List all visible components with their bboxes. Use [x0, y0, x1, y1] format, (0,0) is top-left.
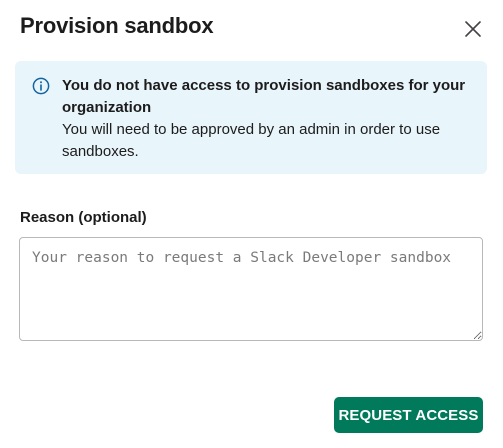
banner-text: You do not have access to provision sand…: [62, 75, 472, 163]
close-button[interactable]: [458, 15, 488, 45]
provision-sandbox-dialog: Provision sandbox You do not have access…: [0, 0, 503, 448]
banner-heading: You do not have access to provision sand…: [62, 77, 466, 116]
reason-label: Reason (optional): [20, 209, 147, 226]
close-icon: [464, 20, 482, 41]
banner-body: You will need to be approved by an admin…: [62, 121, 441, 160]
reason-textarea[interactable]: [19, 237, 483, 341]
request-access-button[interactable]: REQUEST ACCESS: [334, 397, 483, 433]
info-icon: [32, 77, 50, 95]
dialog-title: Provision sandbox: [20, 13, 214, 38]
access-info-banner: You do not have access to provision sand…: [15, 61, 487, 174]
